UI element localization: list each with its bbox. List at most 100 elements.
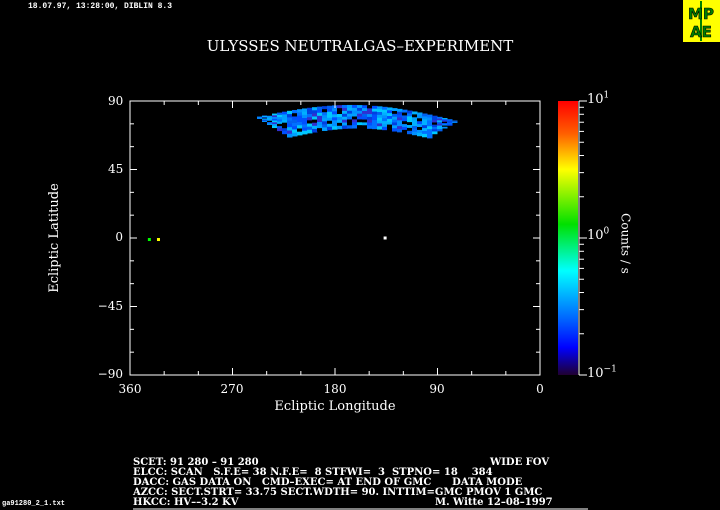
heatmap-cell [312,128,318,133]
heatmap-cell [367,105,373,109]
ytick-label: 0 [115,230,123,244]
heatmap-cell [387,113,393,117]
heatmap-cell [427,120,433,124]
heatmap-cell [357,113,363,118]
heatmap-cell [422,133,428,138]
heatmap-band [257,104,458,139]
heatmap-cell [387,124,393,128]
heatmap-cell [387,118,393,123]
heatmap-cell [332,126,338,130]
heatmap-cell [302,108,308,113]
heatmap-cell [337,125,343,130]
axis-ticks [129,100,541,376]
heatmap-cell [297,122,303,126]
heatmap-cell [372,117,378,121]
heatmap-cell [362,125,368,129]
heatmap-cell [427,117,433,121]
heatmap-cell [407,130,413,135]
heatmap-cell [317,125,323,129]
data-point [383,236,387,240]
heatmap-cell [322,124,328,128]
heatmap-cell [407,119,413,123]
heatmap-cell [302,127,308,132]
heatmap-cell [312,125,318,130]
heatmap-cell [367,122,373,126]
heatmap-cell [297,118,303,123]
heatmap-cell [282,130,288,135]
y-axis-label: Ecliptic Latitude [47,183,62,293]
heatmap-cell [437,129,443,132]
xtick-label: 90 [429,382,445,396]
heatmap-cell [257,118,263,120]
heatmap-cell [327,123,333,128]
heatmap-cell [372,120,378,124]
heatmap-cell [362,110,368,115]
heatmap-cell [332,114,338,118]
heatmap-cell [352,122,358,126]
heatmap-cell [327,111,333,116]
heatmap-cell [347,119,353,123]
heatmap-cell [302,117,308,122]
heatmap-cell [302,124,308,129]
heatmap-cell [422,128,428,132]
heatmap-cell [287,123,293,128]
heatmap-cell [427,129,433,133]
heatmap-cell [357,125,363,129]
heatmap-cell [307,114,313,118]
heatmap-cell [447,124,453,126]
heatmap-cell [322,118,328,122]
ytick-label: 90 [108,94,124,108]
heatmap-cell [367,116,373,121]
heatmap-cell [387,110,393,114]
heatmap-cell [357,119,363,123]
heatmap-cell [327,114,333,119]
heatmap-cell [292,129,298,134]
heatmap-cell [377,112,383,116]
heatmap-cell [377,109,383,113]
heatmap-cell [262,120,268,123]
heatmap-cell [377,123,383,127]
heatmap-cell [307,120,313,124]
heatmap-cell [402,109,408,114]
heatmap-cell [412,125,418,130]
heatmap-cell [317,121,323,126]
heatmap-cell [317,115,323,120]
heatmap-cell [342,119,348,124]
heatmap-cell [357,116,363,120]
heatmap-cell [337,122,343,127]
heatmap-cell [312,113,318,117]
heatmap-cell [312,116,318,121]
heatmap-cell [422,122,428,126]
heatmap-cell [302,130,308,135]
heatmap-cell [382,106,388,111]
heatmap-cell [367,119,373,124]
heatmap-cell [397,114,403,118]
footer-line-hkcc: HKCC: HV––3.2 KV [133,497,239,508]
heatmap-cell [287,133,293,138]
heatmap-cell [307,110,313,115]
heatmap-cell [367,125,373,129]
heatmap-cell [362,108,368,112]
heatmap-cell [382,112,388,116]
xtick-label: 270 [220,382,244,396]
heatmap-cell [417,118,423,122]
heatmap-cell [397,108,403,113]
heatmap-cell [312,107,318,111]
heatmap-cell [322,115,328,119]
heatmap-cell [432,131,438,135]
heatmap-cell [297,128,303,133]
heatmap-cell [372,108,378,113]
heatmap-cell [402,118,408,122]
heatmap-cell [412,114,418,118]
heatmap-cell [342,107,348,112]
heatmap-cell [417,132,423,137]
heatmap-cell [302,114,308,119]
heatmap-cell [402,121,408,125]
heatmap-cell [402,126,408,131]
heatmap-cell [297,131,303,136]
chart-svg [129,100,588,510]
heatmap-cell [372,125,378,130]
colorbar-tick-label: 101 [587,90,610,107]
filename: ga91280_2_1.txt [2,500,66,508]
heatmap-cell [322,106,328,110]
